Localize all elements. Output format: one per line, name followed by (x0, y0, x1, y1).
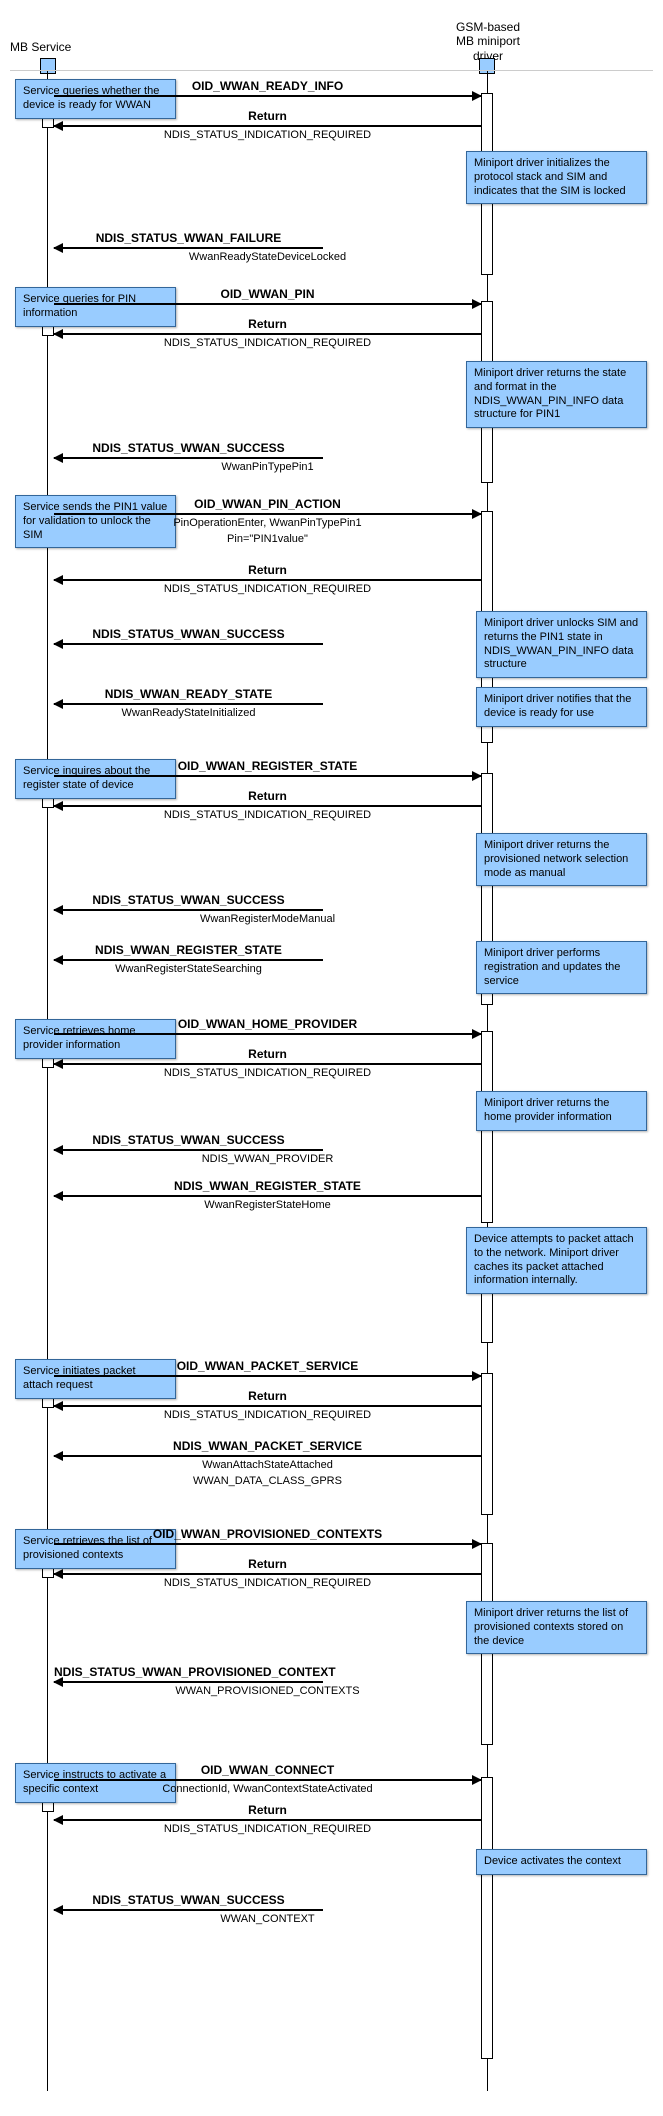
diagram-header: MB Service GSM-based MB miniport driver (10, 10, 653, 70)
msg-failure: NDIS_STATUS_WWAN_FAILURE (54, 231, 323, 245)
msg-return-3: Return (54, 563, 481, 577)
msg-oid-provisioned: OID_WWAN_PROVISIONED_CONTEXTS (54, 1527, 481, 1541)
msg-return-6: Return (54, 1389, 481, 1403)
msg-searching: WwanRegisterStateSearching (54, 963, 323, 975)
note-context-list: Miniport driver returns the list of prov… (466, 1601, 647, 1654)
msg-provider: NDIS_WWAN_PROVIDER (54, 1153, 481, 1165)
msg-pin-op-enter: PinOperationEnter, WwanPinTypePin1 (54, 517, 481, 529)
arrow-17 (54, 1149, 323, 1151)
arrow-6 (54, 457, 323, 459)
arrow-12 (54, 805, 481, 807)
arrow-3 (54, 247, 323, 249)
msg-register-state-2: NDIS_WWAN_REGISTER_STATE (54, 1179, 481, 1193)
note-pin-info-struct: Miniport driver returns the state and fo… (466, 361, 647, 428)
msg-provisioned-contexts: WWAN_PROVISIONED_CONTEXTS (54, 1685, 481, 1697)
msg-ready-init: WwanReadyStateInitialized (54, 707, 323, 719)
arrow-18 (54, 1195, 481, 1197)
arrow-16 (54, 1063, 481, 1065)
arrow-20 (54, 1405, 481, 1407)
arrow-21 (54, 1455, 481, 1457)
arrow-14 (54, 959, 323, 961)
arrow-7 (54, 513, 481, 515)
msg-connection-id: ConnectionId, WwanContextStateActivated (54, 1783, 481, 1795)
msg-provisioned-context: NDIS_STATUS_WWAN_PROVISIONED_CONTEXT (54, 1665, 323, 1679)
arrow-11 (54, 775, 481, 777)
msg-register-state: NDIS_WWAN_REGISTER_STATE (54, 943, 323, 957)
msg-oid-register: OID_WWAN_REGISTER_STATE (54, 759, 481, 773)
msg-state-home: WwanRegisterStateHome (54, 1199, 481, 1211)
arrow-4 (54, 303, 481, 305)
arrow-19 (54, 1375, 481, 1377)
msg-ready-state: NDIS_WWAN_READY_STATE (54, 687, 323, 701)
msg-indication-2: NDIS_STATUS_INDICATION_REQUIRED (54, 337, 481, 349)
arrow-5 (54, 333, 481, 335)
msg-oid-ready-info: OID_WWAN_READY_INFO (54, 79, 481, 93)
msg-return-8: Return (54, 1803, 481, 1817)
msg-return-1: Return (54, 109, 481, 123)
arrow-22 (54, 1543, 481, 1545)
arrow-23 (54, 1573, 481, 1575)
actor-label-right: GSM-based MB miniport driver (438, 20, 538, 63)
msg-success-2: NDIS_STATUS_WWAN_SUCCESS (54, 627, 323, 641)
msg-oid-pin: OID_WWAN_PIN (54, 287, 481, 301)
msg-return-4: Return (54, 789, 481, 803)
msg-indication-4: NDIS_STATUS_INDICATION_REQUIRED (54, 809, 481, 821)
note-unlock-sim: Miniport driver unlocks SIM and returns … (476, 611, 647, 678)
msg-pin-action: OID_WWAN_PIN_ACTION (54, 497, 481, 511)
actor-label-left: MB Service (10, 40, 71, 54)
note-packet-attach-internal: Device attempts to packet attach to the … (466, 1227, 647, 1294)
arrow-2 (54, 125, 481, 127)
arrow-9 (54, 643, 323, 645)
msg-packet-service: NDIS_WWAN_PACKET_SERVICE (54, 1439, 481, 1453)
msg-attach-state: WwanAttachStateAttached (54, 1459, 481, 1471)
msg-indication-7: NDIS_STATUS_INDICATION_REQUIRED (54, 1577, 481, 1589)
arrow-24 (54, 1681, 323, 1683)
msg-return-5: Return (54, 1047, 481, 1061)
msg-oid-connect: OID_WWAN_CONNECT (54, 1763, 481, 1777)
msg-indication-3: NDIS_STATUS_INDICATION_REQUIRED (54, 583, 481, 595)
sequence-diagram: Service queries whether the device is re… (10, 70, 653, 2091)
arrow-25 (54, 1779, 481, 1781)
msg-success-4: NDIS_STATUS_WWAN_SUCCESS (54, 1133, 323, 1147)
arrow-13 (54, 909, 323, 911)
msg-indication-8: NDIS_STATUS_INDICATION_REQUIRED (54, 1823, 481, 1835)
activation-right-6 (481, 1373, 493, 1515)
msg-indication-6: NDIS_STATUS_INDICATION_REQUIRED (54, 1409, 481, 1421)
arrow-26 (54, 1819, 481, 1821)
note-init-protocol: Miniport driver initializes the protocol… (466, 151, 647, 204)
msg-pin-value: Pin="PIN1value" (54, 533, 481, 545)
msg-success-3: NDIS_STATUS_WWAN_SUCCESS (54, 893, 323, 907)
msg-success-5: NDIS_STATUS_WWAN_SUCCESS (54, 1893, 323, 1907)
activation-right-8 (481, 1777, 493, 2059)
arrow-10 (54, 703, 323, 705)
note-home-info: Miniport driver returns the home provide… (476, 1091, 647, 1131)
msg-return-2: Return (54, 317, 481, 331)
msg-success-1: NDIS_STATUS_WWAN_SUCCESS (54, 441, 323, 455)
arrow-8 (54, 579, 481, 581)
msg-indication-5: NDIS_STATUS_INDICATION_REQUIRED (54, 1067, 481, 1079)
msg-pin-type: WwanPinTypePin1 (54, 461, 481, 473)
note-activate-context: Device activates the context (476, 1849, 647, 1875)
msg-device-locked: WwanReadyStateDeviceLocked (54, 251, 481, 263)
arrow-1 (54, 95, 481, 97)
msg-oid-home-provider: OID_WWAN_HOME_PROVIDER (54, 1017, 481, 1031)
msg-return-7: Return (54, 1557, 481, 1571)
msg-oid-packet-service: OID_WWAN_PACKET_SERVICE (54, 1359, 481, 1373)
arrow-15 (54, 1033, 481, 1035)
note-manual-mode: Miniport driver returns the provisioned … (476, 833, 647, 886)
msg-wwan-context: WWAN_CONTEXT (54, 1913, 481, 1925)
note-registration: Miniport driver performs registration an… (476, 941, 647, 994)
note-ready-notify: Miniport driver notifies that the device… (476, 687, 647, 727)
msg-manual-mode: WwanRegisterModeManual (54, 913, 481, 925)
arrow-27 (54, 1909, 323, 1911)
msg-data-class: WWAN_DATA_CLASS_GPRS (54, 1475, 481, 1487)
msg-indication-1: NDIS_STATUS_INDICATION_REQUIRED (54, 129, 481, 141)
